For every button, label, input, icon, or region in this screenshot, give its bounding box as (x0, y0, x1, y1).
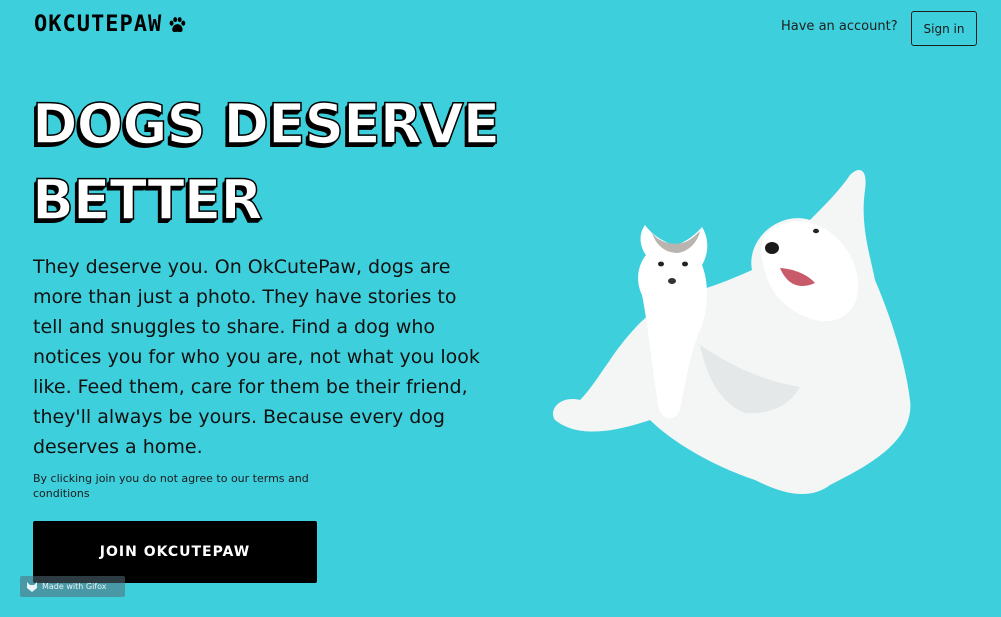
watermark-text: Made with Gifox (42, 582, 107, 591)
logo-text: OKCUTEPAW (34, 12, 163, 37)
gifox-watermark: Made with Gifox (20, 576, 125, 597)
terms-disclaimer: By clicking join you do not agree to our… (33, 472, 309, 500)
hero-description: They deserve you. On OkCutePaw, dogs are… (33, 256, 480, 458)
dogs-image (552, 170, 911, 495)
hero-headline: DOGS DESERVE BETTER (31, 91, 501, 233)
join-button[interactable]: JOIN OKCUTEPAW (33, 521, 317, 583)
fox-icon (27, 581, 37, 592)
logo[interactable]: OKCUTEPAW (34, 12, 186, 37)
account-prompt: Have an account? (781, 19, 898, 34)
sign-in-button[interactable]: Sign in (911, 11, 977, 46)
paw-icon (169, 16, 186, 32)
